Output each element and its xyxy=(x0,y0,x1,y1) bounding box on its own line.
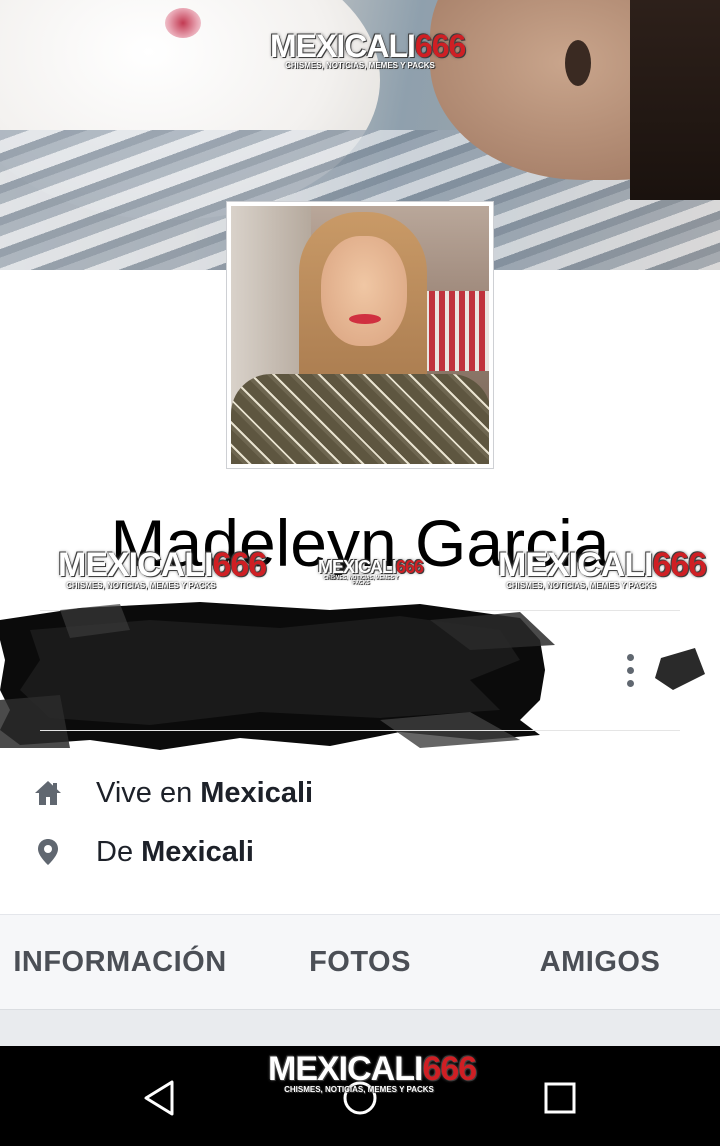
tab-amigos[interactable]: AMIGOS xyxy=(480,915,720,1009)
cover-hair xyxy=(630,0,720,200)
watermark-logo: MEXICALI666 CHISMES, NOTICIAS, MEMES Y P… xyxy=(58,546,267,590)
watermark-logo: MEXICALI666 CHISMES, NOTICIAS, MEMES Y P… xyxy=(270,28,466,70)
location-pin-icon xyxy=(30,834,66,870)
tab-fotos[interactable]: FOTOS xyxy=(240,915,480,1009)
info-lives-in-text: Vive en Mexicali xyxy=(96,776,314,809)
home-icon xyxy=(30,775,66,811)
redaction-scribble xyxy=(655,648,705,690)
divider xyxy=(40,730,680,731)
profile-tabs: INFORMACIÓN FOTOS AMIGOS xyxy=(0,914,720,1010)
more-options-button[interactable] xyxy=(612,648,648,692)
info-from: De Mexicali xyxy=(30,832,690,872)
profile-photo xyxy=(231,206,489,464)
back-icon xyxy=(144,1080,174,1116)
recent-apps-button[interactable] xyxy=(536,1074,584,1122)
watermark-logo: MEXICALI666 CHISMES, NOTICIAS, MEMES Y P… xyxy=(268,1050,477,1094)
redaction-scribble xyxy=(0,602,555,750)
more-vertical-icon xyxy=(626,653,634,661)
watermark-logo: MEXICALI666 CHISMES, NOTICIAS, MEMES Y P… xyxy=(318,557,424,586)
recent-apps-icon xyxy=(544,1082,576,1114)
watermark-logo: MEXICALI666 CHISMES, NOTICIAS, MEMES Y P… xyxy=(498,546,707,590)
tab-informacion[interactable]: INFORMACIÓN xyxy=(0,915,240,1009)
info-from-text: De Mexicali xyxy=(96,835,254,868)
cover-face-eye xyxy=(565,40,591,86)
info-lives-in: Vive en Mexicali xyxy=(30,773,690,813)
profile-picture[interactable] xyxy=(226,201,494,469)
feed-separator xyxy=(0,1010,720,1046)
cover-rabbit-eye xyxy=(165,8,201,38)
back-button[interactable] xyxy=(136,1074,184,1122)
